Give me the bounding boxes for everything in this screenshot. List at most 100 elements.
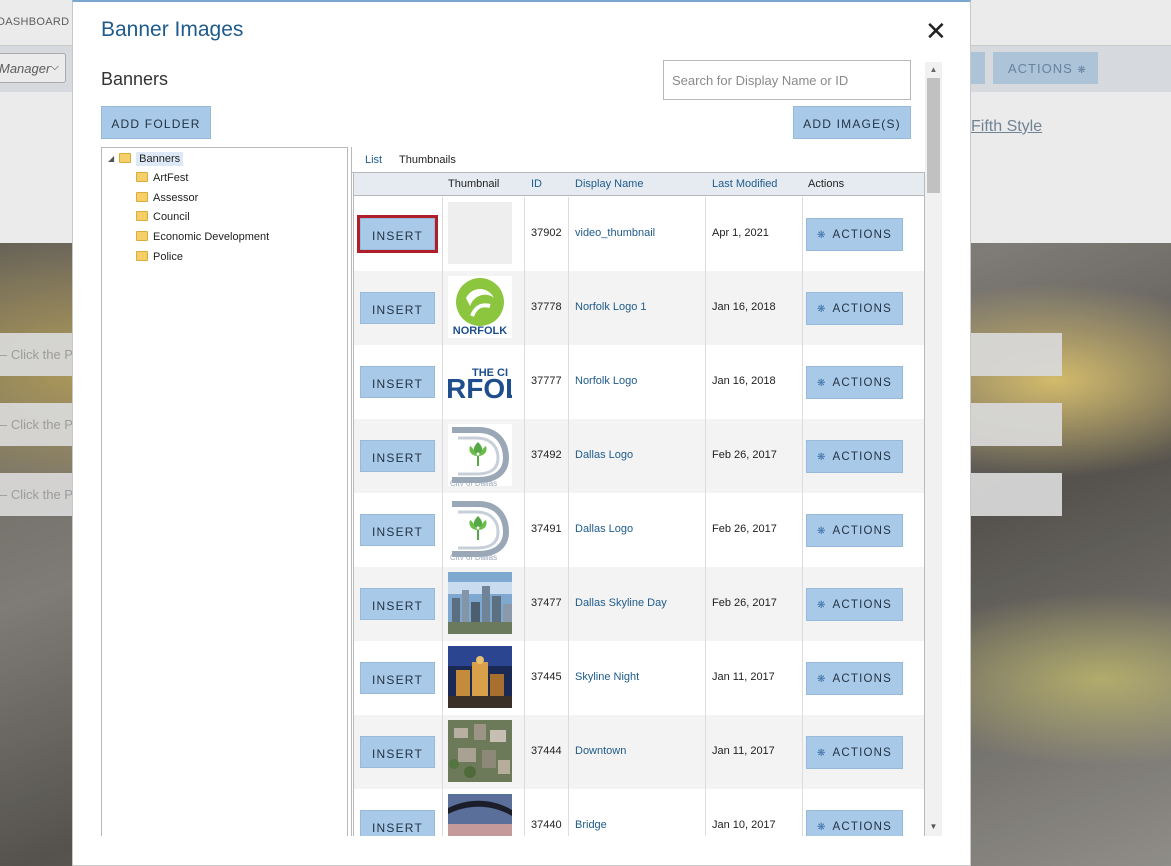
column-divider: [705, 641, 706, 715]
last-modified-date: Jan 16, 2018: [712, 301, 776, 313]
table-row: INSERT NORFOLK 37778 Norfolk Logo 1 Jan 16, …: [354, 271, 924, 345]
tree-item-label: ArtFest: [153, 172, 189, 184]
row-actions-button[interactable]: ❋ ACTIONS: [806, 514, 903, 547]
search-input[interactable]: [663, 60, 911, 100]
thumbnail-image[interactable]: City of Dallas: [448, 424, 512, 486]
thumbnail-image[interactable]: [448, 572, 512, 634]
collapse-triangle-icon[interactable]: ◢: [108, 154, 114, 163]
tree-item-label: Assessor: [153, 192, 199, 204]
image-id: 37440: [531, 819, 562, 831]
row-actions-button[interactable]: ❋ ACTIONS: [806, 588, 903, 621]
last-modified-date: Apr 1, 2021: [712, 227, 769, 239]
thumbnail-image[interactable]: THE CIRFOL: [448, 350, 512, 412]
row-actions-button[interactable]: ❋ ACTIONS: [806, 662, 903, 695]
column-divider: [568, 715, 569, 789]
add-folder-button[interactable]: ADD FOLDER: [101, 106, 211, 139]
display-name-link[interactable]: Bridge: [575, 819, 607, 831]
folder-icon: [136, 192, 148, 202]
tree-item-police[interactable]: Police: [136, 249, 183, 265]
insert-button[interactable]: INSERT: [360, 514, 435, 546]
tree-item-artfest[interactable]: ArtFest: [136, 170, 188, 186]
column-divider: [802, 493, 803, 567]
row-actions-button[interactable]: ❋ ACTIONS: [806, 440, 903, 473]
insert-button[interactable]: INSERT: [360, 588, 435, 620]
image-id: 37492: [531, 449, 562, 461]
image-id: 37444: [531, 745, 562, 757]
table-row: INSERT City of Dallas 37491 Dallas Logo Feb …: [354, 493, 924, 567]
row-actions-label: ACTIONS: [832, 303, 893, 315]
insert-button[interactable]: INSERT: [360, 736, 435, 768]
view-tabs: List Thumbnails: [352, 147, 925, 173]
insert-button[interactable]: INSERT: [360, 810, 435, 836]
tree-item-council[interactable]: Council: [136, 209, 190, 225]
row-actions-label: ACTIONS: [832, 525, 893, 537]
thumbnail-image[interactable]: [448, 794, 512, 836]
column-divider: [442, 345, 443, 419]
column-divider: [705, 419, 706, 493]
display-name-link[interactable]: Dallas Skyline Day: [575, 597, 667, 609]
bridge-sunset-thumbnail: [448, 794, 512, 836]
close-icon[interactable]: ✕: [925, 18, 947, 44]
tab-thumbnails[interactable]: Thumbnails: [399, 154, 456, 166]
display-name-link[interactable]: Downtown: [575, 745, 626, 757]
image-id: 37778: [531, 301, 562, 313]
image-id: 37777: [531, 375, 562, 387]
table-row: INSERT THE CIRFOL 37777 Norfolk Logo Jan 16,…: [354, 345, 924, 419]
column-divider: [442, 419, 443, 493]
display-name-link[interactable]: Dallas Logo: [575, 449, 633, 461]
insert-button[interactable]: INSERT: [360, 292, 435, 324]
row-actions-button[interactable]: ❋ ACTIONS: [806, 810, 903, 836]
column-divider: [802, 789, 803, 836]
row-actions-label: ACTIONS: [832, 747, 893, 759]
scroll-down-arrow-icon[interactable]: ▼: [925, 819, 942, 835]
scrollbar-thumb[interactable]: [927, 78, 940, 193]
scroll-up-arrow-icon[interactable]: ▲: [925, 62, 942, 78]
tree-root-banners[interactable]: ◢ Banners: [108, 151, 184, 167]
row-actions-button[interactable]: ❋ ACTIONS: [806, 218, 903, 251]
row-actions-button[interactable]: ❋ ACTIONS: [806, 736, 903, 769]
tree-item-label: Police: [153, 251, 183, 263]
display-name-link[interactable]: Skyline Night: [575, 671, 639, 683]
folder-heading: Banners: [101, 69, 169, 89]
thumbnail-image[interactable]: [448, 202, 512, 264]
column-header-display-name[interactable]: Display Name: [575, 178, 643, 190]
display-name-link[interactable]: Norfolk Logo: [575, 375, 637, 387]
gear-icon: ❋: [816, 526, 827, 537]
thumbnail-image[interactable]: City of Dallas: [448, 498, 512, 560]
insert-button[interactable]: INSERT: [360, 366, 435, 398]
insert-button[interactable]: INSERT: [360, 440, 435, 472]
last-modified-date: Jan 16, 2018: [712, 375, 776, 387]
display-name-link[interactable]: Dallas Logo: [575, 523, 633, 535]
column-divider: [442, 493, 443, 567]
dallas-logo-thumbnail: City of Dallas: [448, 424, 512, 486]
thumbnail-image[interactable]: [448, 646, 512, 708]
tree-item-economic-development[interactable]: Economic Development: [136, 229, 269, 245]
display-name-link[interactable]: Norfolk Logo 1: [575, 301, 647, 313]
column-divider: [802, 715, 803, 789]
insert-button[interactable]: INSERT: [357, 215, 438, 253]
column-header-id[interactable]: ID: [531, 178, 542, 190]
add-images-button[interactable]: ADD IMAGE(S): [793, 106, 911, 139]
tab-list[interactable]: List: [365, 154, 382, 166]
skyline-day-thumbnail: [448, 572, 512, 634]
gear-icon: ❋: [816, 674, 827, 685]
insert-button[interactable]: INSERT: [360, 662, 435, 694]
norfolk-logo-thumbnail: NORFOLK: [448, 276, 512, 338]
table-row: INSERT 37445 Skyline Night Jan 11, 2017 ❋ ACT…: [354, 641, 924, 715]
image-id: 37477: [531, 597, 562, 609]
row-actions-button[interactable]: ❋ ACTIONS: [806, 292, 903, 325]
column-header-last-modified[interactable]: Last Modified: [712, 178, 777, 190]
column-divider: [802, 345, 803, 419]
tree-item-assessor[interactable]: Assessor: [136, 190, 198, 206]
column-divider: [568, 567, 569, 641]
display-name-link[interactable]: video_thumbnail: [575, 227, 655, 239]
folder-icon: [136, 251, 148, 261]
dallas-logo-text: City of Dallas: [450, 479, 497, 486]
column-divider: [524, 271, 525, 345]
row-actions-button[interactable]: ❋ ACTIONS: [806, 366, 903, 399]
norfolk-logo-text: NORFOLK: [453, 325, 507, 337]
thumbnail-image[interactable]: NORFOLK: [448, 276, 512, 338]
thumbnail-image[interactable]: [448, 720, 512, 782]
column-divider: [802, 271, 803, 345]
last-modified-date: Feb 26, 2017: [712, 449, 777, 461]
